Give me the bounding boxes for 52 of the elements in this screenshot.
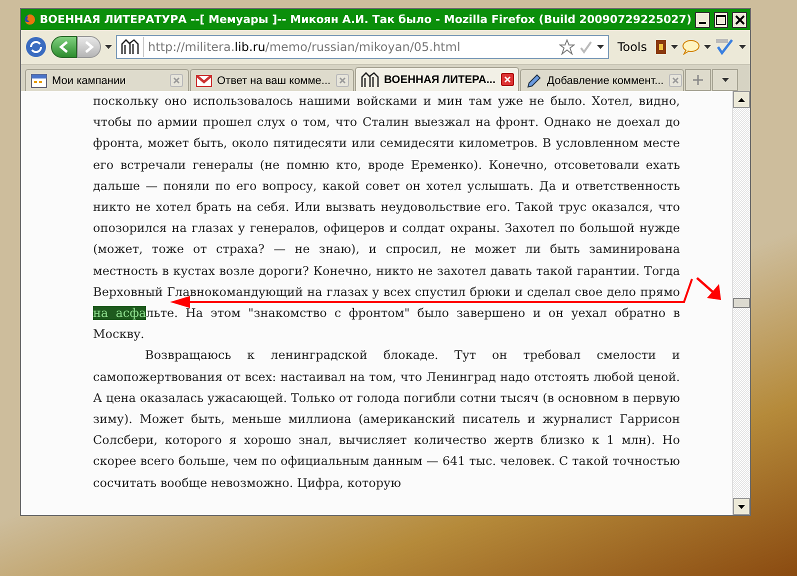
article-paragraph: поскольку оно использовалось нашими войсками и мин там уже не было. Хотел, видно, чтобы по армии прошел слух о том, что Сталин выезжал на фронт. Однако не доехал до фронта, может быть, около пятидесяти или семидесяти километров. В условленном месте его встречали генералы (не помню кто, вроде Еременко). Конечно, отсоветовали ехать дальше — поняли по его вопросу, какой совет он хотел услышать. Да и ответственность никто не хотел брать на себя. Или вызвать неудовольствие его. Такой трус оказался, что опозорился на глазах у генералов, офицеров и солдат охраны. Захотел по большой нужде (может, тоже от страха? — не знаю), и спросил, не может ли быть заминирована местность в кустах возле дороги? Конечно, никто не захотел давать такой гарантии. Тогда Верховный Главнокомандующий на глазах у всех спустил брюки и сделал свое дело прямо на асфальте. На этом "знакомство с фронтом" было завершено и он уехал обратно в Москву. — [93, 93, 680, 344]
maximize-button[interactable] — [714, 12, 728, 28]
article-paragraph: Возвращаюсь к ленинградской блокаде. Тут он требовал смелости и самопожертвования от всех: настаивал на том, что Ленинград надо отстоять любой ценой. А цена оказалась ужасающей. Только от голода погибли сотни тысяч (в основном в первую зиму). Может быть, меньше миллиона (американский писатель и журналист Гаррисон Солсбери, которого я хорошо знал, вычисляет количество жертв близко к 1 млн). Но скорее всего больше, чем по официальным данным — 641 тыс. человек. С такой точностью сосчитать вообще невозможно. Цифра, которую — [93, 347, 680, 492]
close-icon — [504, 76, 511, 83]
dropdown-arrow-icon[interactable] — [739, 45, 746, 49]
tab-label: Мои кампании — [52, 74, 127, 86]
tools-menu[interactable]: Tools — [613, 40, 651, 54]
minimize-icon — [699, 22, 706, 24]
minimize-button[interactable] — [695, 12, 710, 28]
window-title: ВОЕННАЯ ЛИТЕРАТУРА --[ Мемуары ]-- Микоян А.И. Так было - Mozilla Firefox (Build 20090729225027) — [40, 13, 692, 26]
close-button[interactable] — [732, 12, 747, 28]
down-arrow-icon — [738, 504, 745, 508]
tab-label: ВОЕННАЯ ЛИТЕРА... — [384, 74, 496, 86]
calendar-icon — [31, 74, 47, 88]
browser-tab[interactable]: Мои кампании — [25, 69, 189, 91]
back-button[interactable] — [51, 36, 77, 58]
checkmark-icon[interactable] — [579, 40, 594, 54]
scroll-thumb[interactable] — [733, 298, 750, 308]
plus-icon — [693, 75, 703, 85]
tab-label: Добавление коммент... — [547, 74, 664, 86]
scroll-down-button[interactable] — [733, 498, 750, 515]
dropdown-arrow-icon[interactable] — [704, 45, 711, 49]
spellcheck-icon[interactable] — [715, 38, 735, 56]
dropdown-arrow-icon[interactable] — [671, 45, 678, 49]
browser-tab[interactable]: ВОЕННАЯ ЛИТЕРА... — [355, 67, 519, 91]
firefox-logo-icon — [24, 12, 36, 27]
maximize-icon — [716, 14, 726, 24]
tab-list-button[interactable] — [712, 69, 738, 91]
pencil-icon — [526, 72, 542, 88]
address-field[interactable]: http://militera.lib.ru/memo/russian/mikoyan/05.html — [116, 35, 610, 59]
book-icon[interactable] — [655, 39, 667, 55]
close-icon — [338, 77, 346, 84]
close-icon — [734, 14, 745, 24]
columns-icon — [361, 72, 379, 88]
url-text: http://militera.lib.ru/memo/russian/mikoyan/05.html — [148, 40, 462, 54]
tab-label: Ответ на ваш комме... — [217, 74, 331, 86]
scrollbar[interactable] — [732, 91, 750, 515]
dropdown-arrow-icon[interactable] — [597, 45, 604, 49]
scroll-up-button[interactable] — [733, 91, 750, 108]
tab-close-button[interactable] — [500, 73, 514, 86]
close-icon — [672, 77, 679, 84]
dropdown-arrow-icon[interactable] — [105, 45, 112, 49]
up-arrow-icon — [738, 98, 745, 102]
columns-icon — [121, 39, 139, 55]
dropdown-arrow-icon[interactable] — [722, 78, 728, 82]
browser-tab[interactable]: Добавление коммент... — [520, 69, 684, 91]
browser-tab[interactable]: Ответ на ваш комме... — [190, 69, 354, 91]
star-icon[interactable] — [559, 39, 576, 55]
mail-icon — [196, 74, 212, 86]
close-icon — [173, 77, 180, 84]
reload-button[interactable] — [25, 36, 47, 58]
annotation-arrow — [696, 277, 721, 300]
